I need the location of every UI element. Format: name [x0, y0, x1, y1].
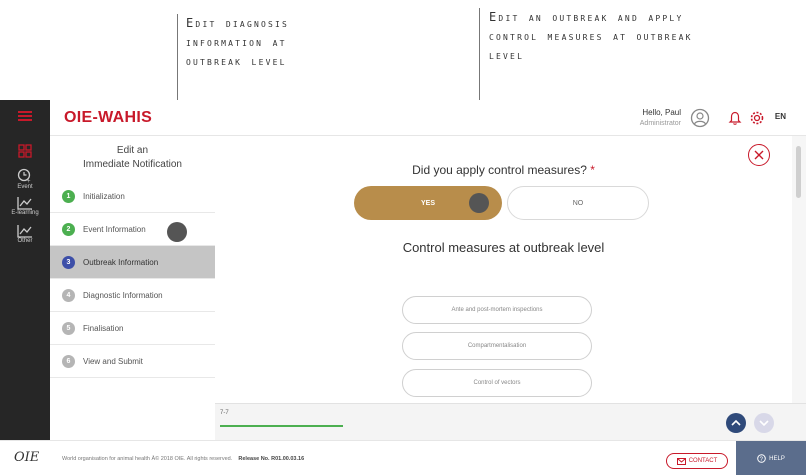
- form-content: Did you apply control measures? * YES NO…: [215, 136, 792, 403]
- sidebar-title: Edit an Immediate Notification: [83, 145, 182, 170]
- step-label: Event Information: [83, 224, 146, 234]
- measure-option[interactable]: Compartmentalisation: [402, 332, 592, 360]
- control-measures-question: Did you apply control measures? *: [215, 163, 792, 177]
- event-label: Event: [17, 184, 33, 190]
- top-bar: OIE-WAHIS Hello, Paul Administrator EN: [50, 100, 806, 136]
- dashboard-button[interactable]: [0, 144, 50, 158]
- page-count: 7-7: [220, 410, 229, 416]
- step-label: Outbreak Information: [83, 257, 159, 267]
- contact-button[interactable]: CONTACT: [666, 453, 728, 469]
- footer: OIE World organisation for animal health…: [0, 440, 806, 475]
- no-toggle-button[interactable]: NO: [507, 186, 649, 220]
- section-title: Control measures at outbreak level: [402, 240, 605, 255]
- scroll-thumb[interactable]: [796, 146, 801, 198]
- app-logo[interactable]: OIE-WAHIS: [64, 109, 152, 127]
- step-initialization[interactable]: 1 Initialization: [50, 180, 215, 213]
- user-role: Administrator: [639, 120, 681, 127]
- e-learning-button[interactable]: E-learning: [0, 196, 50, 216]
- release-number: Release No. R01.00.03.16: [238, 456, 305, 462]
- step-outbreak-information[interactable]: 3 Outbreak Information: [50, 246, 215, 279]
- progress-bar: [220, 425, 343, 427]
- next-button[interactable]: [754, 413, 774, 433]
- step-label: Initialization: [83, 191, 125, 201]
- language-selector[interactable]: EN: [775, 112, 786, 121]
- content-scrollbar[interactable]: [792, 136, 806, 403]
- annotation-marker-outbreak: [469, 193, 489, 213]
- gear-icon[interactable]: [749, 110, 765, 126]
- step-number: 6: [62, 354, 75, 368]
- annotation-diagnosis: Edit diagnosis information at outbreak l…: [186, 16, 290, 68]
- step-number: 1: [62, 189, 75, 203]
- grid-icon: [18, 144, 32, 158]
- help-button[interactable]: ? HELP: [736, 441, 806, 475]
- step-event-information[interactable]: 2 Event Information: [50, 213, 215, 246]
- question-text: Did you apply control measures?: [412, 163, 587, 177]
- chart-line-icon: [17, 197, 32, 210]
- mail-icon: [676, 457, 686, 465]
- chevron-down-icon: [759, 420, 769, 427]
- chevron-up-icon: [731, 419, 741, 426]
- annotation-outbreak: Edit an outbreak and apply control measu…: [489, 10, 693, 62]
- footer-logo: OIE: [14, 450, 40, 465]
- step-number: 5: [62, 321, 75, 335]
- notification-bell-icon[interactable]: [727, 110, 743, 126]
- other-label: Other: [17, 238, 33, 244]
- menu-button[interactable]: [0, 110, 50, 122]
- footer-text: World organisation for animal health Â© …: [62, 456, 304, 462]
- step-diagnostic-information[interactable]: 4 Diagnostic Information: [50, 279, 215, 312]
- other-button[interactable]: Other: [0, 224, 50, 244]
- step-label: View and Submit: [83, 356, 143, 366]
- stepper-sidebar: Edit an Immediate Notification 1 Initial…: [50, 136, 215, 440]
- hamburger-icon: [18, 111, 32, 121]
- step-finalisation[interactable]: 5 Finalisation: [50, 312, 215, 345]
- close-icon: [754, 150, 764, 160]
- copyright-text: World organisation for animal health Â© …: [62, 456, 233, 462]
- user-info: Hello, Paul Administrator: [640, 107, 681, 129]
- step-label: Finalisation: [83, 323, 124, 333]
- event-button[interactable]: + Event: [0, 168, 50, 190]
- e-learning-label: E-learning: [11, 210, 39, 216]
- measure-option[interactable]: Control of vectors: [402, 369, 592, 397]
- step-label: Diagnostic Information: [83, 290, 163, 300]
- help-label: HELP: [769, 455, 785, 462]
- chart-line-icon: [17, 225, 32, 238]
- annotation-marker-diagnosis: [167, 222, 187, 242]
- app-window: + Event E-learning Other OIE-WAHIS Hello…: [0, 100, 806, 475]
- step-view-and-submit[interactable]: 6 View and Submit: [50, 345, 215, 378]
- icon-rail: + Event E-learning Other: [0, 100, 50, 475]
- contact-label: CONTACT: [688, 458, 718, 464]
- user-avatar-icon[interactable]: [690, 108, 710, 128]
- measure-option[interactable]: Ante and post-mortem inspections: [402, 296, 592, 324]
- previous-button[interactable]: [726, 413, 746, 433]
- help-icon: ?: [757, 454, 766, 463]
- step-number: 2: [62, 222, 75, 236]
- pager-bar: 7-7: [215, 403, 806, 440]
- event-clock-icon: +: [17, 168, 31, 184]
- step-number: 4: [62, 288, 75, 302]
- required-mark: *: [590, 163, 595, 177]
- step-number: 3: [62, 255, 75, 269]
- user-greeting: Hello, Paul: [642, 108, 681, 117]
